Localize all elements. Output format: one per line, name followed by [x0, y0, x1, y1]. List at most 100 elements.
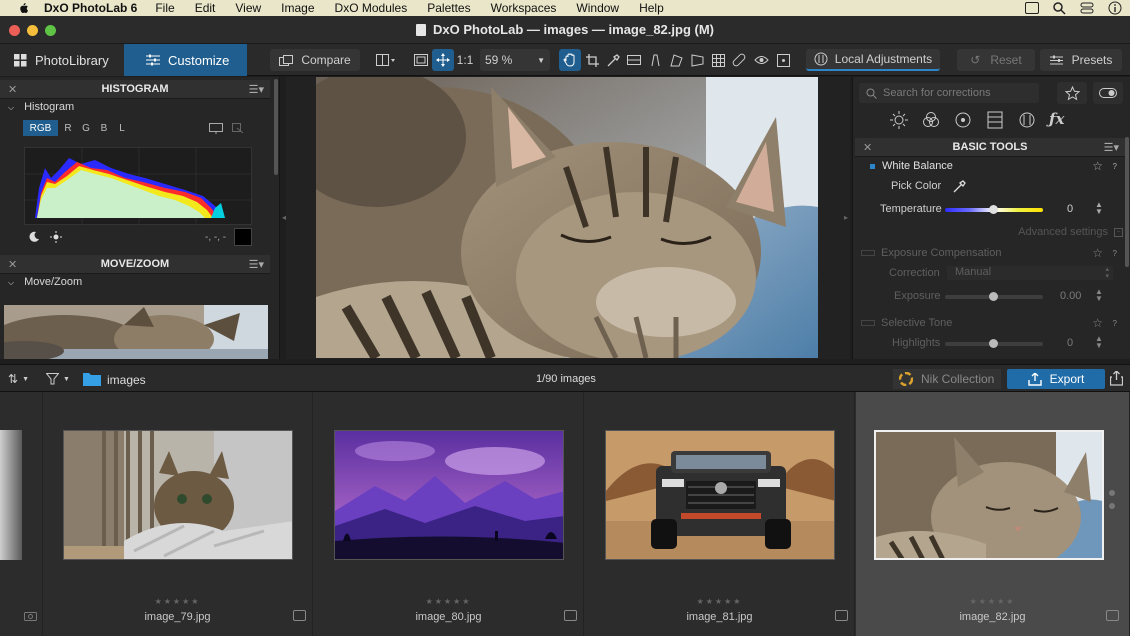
- fit-view-button[interactable]: [410, 49, 432, 71]
- collapse-left-icon[interactable]: ◂: [282, 213, 286, 222]
- histogram-subhead[interactable]: ⌵ Histogram: [8, 101, 74, 113]
- thumbnail-image[interactable]: [334, 430, 564, 560]
- channel-r-button[interactable]: R: [62, 120, 74, 136]
- light-category-icon[interactable]: [889, 110, 909, 130]
- info-icon[interactable]: ?: [1113, 319, 1117, 328]
- close-window-button[interactable]: [9, 25, 20, 36]
- selective-tone-row[interactable]: Selective Tone ☆ ?: [861, 314, 1123, 332]
- correction-dropdown[interactable]: Manual ▴ ▾: [947, 266, 1113, 280]
- stepper-icon[interactable]: ▲ ▼: [1095, 201, 1103, 216]
- grid-overlay-button[interactable]: [708, 49, 728, 71]
- enabled-indicator[interactable]: [870, 163, 875, 169]
- tab-photolibrary[interactable]: PhotoLibrary: [0, 44, 124, 76]
- left-palette-scrollbar[interactable]: [274, 79, 278, 175]
- watermark-button[interactable]: [773, 49, 793, 71]
- monitor-icon[interactable]: [209, 123, 223, 134]
- layout-dropdown[interactable]: [370, 49, 402, 71]
- star-icon[interactable]: ☆: [1092, 159, 1103, 173]
- star-icon[interactable]: ☆: [1092, 316, 1103, 330]
- reset-button[interactable]: ↺ Reset: [957, 49, 1035, 71]
- advanced-settings-row[interactable]: Advanced settings −: [861, 223, 1123, 241]
- thumbnail-image[interactable]: [63, 430, 293, 560]
- crop-tool-button[interactable]: [582, 49, 602, 71]
- hand-tool-button[interactable]: [559, 49, 581, 71]
- detail-category-icon[interactable]: [953, 110, 973, 130]
- exposure-knob[interactable]: [989, 292, 998, 301]
- menu-palettes[interactable]: Palettes: [427, 1, 470, 15]
- main-photo[interactable]: [316, 77, 818, 358]
- filmstrip-item[interactable]: ★★★★★ image_79.jpg: [43, 392, 313, 636]
- disabled-indicator[interactable]: [861, 250, 875, 256]
- thumbnail-image[interactable]: [605, 430, 835, 560]
- temperature-knob[interactable]: [989, 205, 998, 214]
- exposure-compensation-row[interactable]: Exposure Compensation ☆ ?: [861, 244, 1123, 262]
- white-balance-row[interactable]: White Balance ☆ ?: [861, 157, 1123, 175]
- menu-window[interactable]: Window: [576, 1, 619, 15]
- zoom-dropdown[interactable]: 59 % ▼: [480, 49, 550, 71]
- repair-tool-button[interactable]: [729, 49, 749, 71]
- compare-button[interactable]: Compare: [270, 49, 360, 71]
- sun-icon[interactable]: [50, 231, 62, 243]
- info-icon[interactable]: ?: [1113, 162, 1117, 171]
- info-icon[interactable]: [1108, 1, 1122, 15]
- collapse-icon[interactable]: −: [1114, 227, 1123, 237]
- fx-category-icon[interactable]: ƒx: [1049, 110, 1064, 130]
- close-icon[interactable]: ✕: [8, 83, 17, 96]
- menu-image[interactable]: Image: [281, 1, 314, 15]
- filmstrip-item[interactable]: ★★★★★ image_81.jpg: [585, 392, 855, 636]
- menu-help[interactable]: Help: [639, 1, 664, 15]
- stepper-icon[interactable]: ▲ ▼: [1095, 288, 1103, 303]
- share-icon[interactable]: [1110, 371, 1123, 386]
- minimize-window-button[interactable]: [27, 25, 38, 36]
- color-category-icon[interactable]: [921, 110, 941, 130]
- palette-menu-icon[interactable]: ☰▾: [249, 83, 264, 96]
- control-center-icon[interactable]: [1080, 2, 1094, 14]
- highlights-knob[interactable]: [989, 339, 998, 348]
- menu-workspaces[interactable]: Workspaces: [491, 1, 557, 15]
- filter-dropdown[interactable]: ▼: [46, 370, 76, 388]
- volume-deformation-button[interactable]: [666, 49, 686, 71]
- disabled-indicator[interactable]: [861, 320, 875, 326]
- palette-menu-icon[interactable]: ☰▾: [1104, 141, 1119, 154]
- one-to-one-button[interactable]: 1:1: [454, 49, 476, 71]
- channel-b-button[interactable]: B: [98, 120, 110, 136]
- rating-stars[interactable]: ★★★★★: [585, 597, 854, 606]
- apple-icon[interactable]: [16, 1, 30, 15]
- eyedropper-icon[interactable]: [953, 179, 966, 193]
- tab-customize[interactable]: Customize: [124, 44, 247, 76]
- right-palette-scrollbar[interactable]: [1125, 137, 1129, 267]
- sort-dropdown[interactable]: ⇅ ▼: [8, 370, 38, 388]
- info-icon[interactable]: ?: [1113, 249, 1117, 258]
- channel-g-button[interactable]: G: [80, 120, 92, 136]
- keyboard-icon[interactable]: [1025, 2, 1039, 14]
- close-icon[interactable]: ✕: [8, 258, 17, 271]
- menu-dxo-modules[interactable]: DxO Modules: [335, 1, 408, 15]
- favorites-button[interactable]: [1057, 82, 1087, 104]
- move-tool-button[interactable]: [432, 49, 454, 71]
- moon-icon[interactable]: [28, 231, 40, 243]
- local-adjustments-button[interactable]: Local Adjustments: [806, 49, 940, 71]
- keystone-button[interactable]: [687, 49, 707, 71]
- exposure-value[interactable]: 0.00: [1060, 290, 1081, 302]
- geometry-category-icon[interactable]: [985, 110, 1005, 130]
- toggle-switch[interactable]: [1093, 82, 1123, 104]
- nik-collection-button[interactable]: Nik Collection: [893, 369, 1001, 389]
- close-icon[interactable]: ✕: [863, 141, 872, 154]
- red-eye-button[interactable]: [750, 49, 772, 71]
- star-icon[interactable]: ☆: [1092, 246, 1103, 260]
- temperature-value[interactable]: 0: [1067, 203, 1073, 215]
- search-corrections-input[interactable]: Search for corrections: [859, 83, 1039, 103]
- partial-thumbnail[interactable]: [0, 430, 22, 560]
- movezoom-preview[interactable]: [4, 305, 268, 359]
- palette-menu-icon[interactable]: ☰▾: [249, 258, 264, 271]
- rating-stars[interactable]: ★★★★★: [856, 597, 1129, 606]
- soft-proof-icon[interactable]: [232, 123, 244, 134]
- perspective-tool-button[interactable]: [645, 49, 665, 71]
- horizon-tool-button[interactable]: [624, 49, 644, 71]
- menu-edit[interactable]: Edit: [195, 1, 216, 15]
- watermark-category-icon[interactable]: [1017, 110, 1037, 130]
- filmstrip-item[interactable]: ★★★★★ image_80.jpg: [314, 392, 584, 636]
- presets-button[interactable]: Presets: [1040, 49, 1122, 71]
- rating-stars[interactable]: ★★★★★: [43, 597, 312, 606]
- movezoom-subhead[interactable]: ⌵ Move/Zoom: [8, 276, 82, 288]
